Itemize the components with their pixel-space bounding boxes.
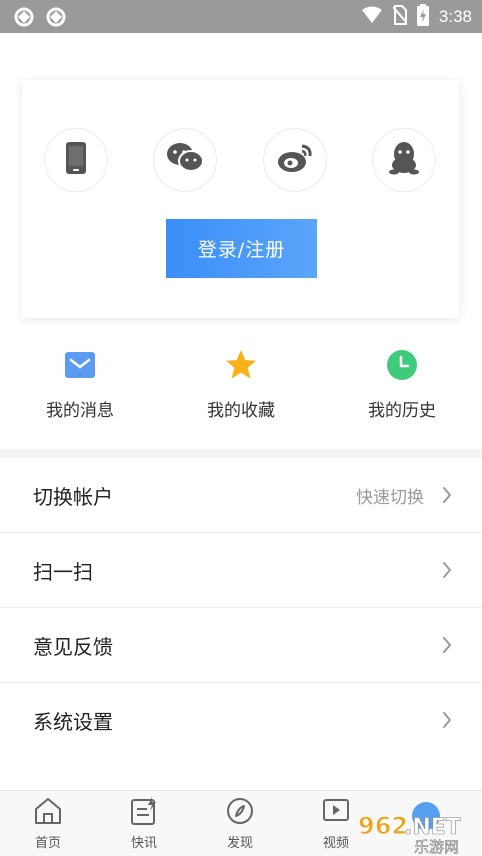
settings-menu: 切换帐户 快速切换 扫一扫 意见反馈 系统设置: [0, 458, 482, 758]
status-time: 3:38: [438, 7, 472, 26]
nav-label: 视频: [322, 836, 349, 851]
menu-item-switch-account[interactable]: 切换帐户 快速切换: [0, 458, 482, 533]
quick-actions: 我的消息 我的收藏 我的历史: [0, 348, 482, 428]
status-bar: 3:38: [0, 0, 482, 33]
nav-flash-news[interactable]: 快讯: [96, 791, 192, 856]
wechat-login-button[interactable]: [153, 128, 217, 192]
login-card: 登录/注册: [22, 80, 459, 318]
video-icon: [321, 797, 351, 829]
wifi-icon: [361, 6, 383, 28]
qq-icon: [389, 141, 419, 179]
menu-item-feedback[interactable]: 意见反馈: [0, 608, 482, 683]
menu-item-label: 意见反馈: [33, 634, 113, 659]
sync-icon: [46, 7, 66, 31]
svg-text:.NET: .NET: [404, 815, 461, 840]
menu-item-label: 切换帐户: [33, 484, 113, 509]
phone-icon: [65, 141, 87, 179]
star-icon: [224, 348, 258, 382]
battery-charging-icon: [416, 4, 429, 30]
menu-item-label: 系统设置: [33, 710, 113, 734]
menu-item-hint: 快速切换: [356, 487, 424, 508]
my-history-button[interactable]: 我的历史: [322, 348, 482, 421]
my-favorites-button[interactable]: 我的收藏: [161, 348, 321, 421]
weibo-login-button[interactable]: [263, 128, 327, 192]
home-icon: [33, 797, 63, 829]
weibo-icon: [276, 142, 314, 178]
menu-item-system-settings[interactable]: 系统设置: [0, 683, 482, 758]
compass-icon: [225, 797, 255, 829]
wechat-icon: [166, 142, 204, 178]
nav-label: 首页: [34, 836, 61, 851]
quick-action-label: 我的收藏: [207, 401, 275, 421]
login-register-button[interactable]: 登录/注册: [166, 219, 317, 278]
menu-item-scan[interactable]: 扫一扫: [0, 533, 482, 608]
section-divider: [0, 449, 482, 458]
chevron-right-icon: [442, 561, 452, 583]
watermark-logo: 962 .NET 乐游网: [356, 800, 476, 856]
nav-label: 快讯: [130, 836, 157, 851]
quick-action-label: 我的消息: [46, 401, 114, 421]
message-icon: [63, 348, 97, 382]
phone-login-button[interactable]: [44, 128, 108, 192]
qq-login-button[interactable]: [372, 128, 436, 192]
nav-home[interactable]: 首页: [0, 791, 96, 856]
chevron-right-icon: [442, 711, 452, 733]
sync-icon: [14, 7, 34, 31]
svg-text:962: 962: [358, 812, 408, 840]
chevron-right-icon: [442, 636, 452, 658]
no-sim-icon: [392, 5, 408, 29]
quick-action-label: 我的历史: [368, 401, 436, 421]
chevron-right-icon: [442, 486, 452, 508]
my-messages-button[interactable]: 我的消息: [0, 348, 160, 421]
nav-discover[interactable]: 发现: [192, 791, 288, 856]
flash-news-icon: [129, 797, 159, 829]
svg-text:乐游网: 乐游网: [414, 838, 459, 854]
nav-label: 发现: [226, 836, 253, 851]
clock-icon: [385, 348, 419, 382]
menu-item-label: 扫一扫: [33, 559, 93, 584]
